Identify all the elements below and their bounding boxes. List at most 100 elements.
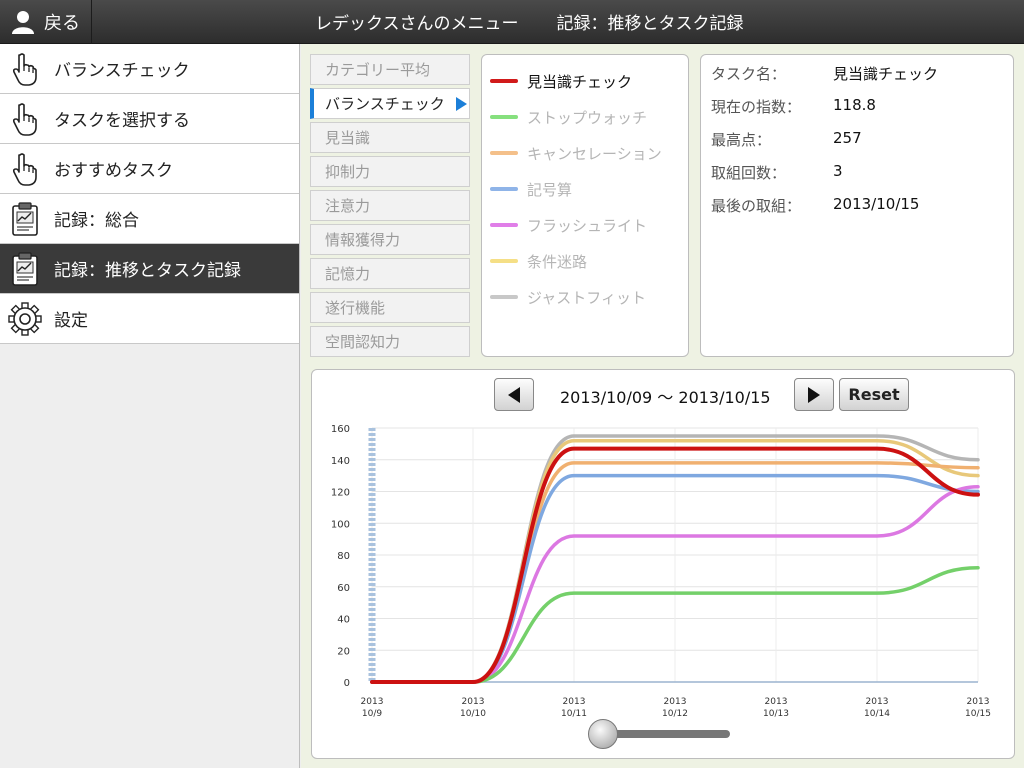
x-tick-label: 10/11 bbox=[561, 709, 587, 718]
x-tick-label: 2013 bbox=[866, 697, 889, 707]
sidebar-item-label: おすすめタスク bbox=[54, 161, 173, 181]
prev-range-button[interactable] bbox=[494, 378, 534, 411]
legend-label: フラッシュライト bbox=[527, 216, 648, 235]
legend-label: キャンセレーション bbox=[527, 144, 662, 163]
sidebar-item-0[interactable]: バランスチェック bbox=[0, 44, 299, 94]
user-icon bbox=[12, 11, 34, 34]
category-label: 情報獲得力 bbox=[325, 231, 401, 249]
category-tab-3[interactable]: 抑制力 bbox=[310, 156, 470, 187]
sidebar-item-3[interactable]: 記録：総合 bbox=[0, 194, 299, 244]
legend-swatch bbox=[490, 223, 518, 227]
reset-button[interactable]: Reset bbox=[839, 378, 909, 411]
pointing-hand-icon bbox=[0, 102, 50, 136]
legend-item-0[interactable]: 見当識チェック bbox=[482, 63, 688, 99]
category-tab-7[interactable]: 遂行機能 bbox=[310, 292, 470, 323]
category-label: 空間認知力 bbox=[325, 333, 401, 351]
clipboard-chart-icon bbox=[0, 201, 50, 236]
y-tick-label: 120 bbox=[331, 488, 350, 499]
range-slider-thumb[interactable] bbox=[588, 719, 618, 749]
sidebar-item-label: バランスチェック bbox=[54, 61, 190, 81]
triangle-right-icon bbox=[808, 386, 820, 403]
task-legend: 見当識チェック ストップウォッチ キャンセレーション記号算フラッシュライト 条件迷路ジ… bbox=[481, 54, 689, 357]
legend-label: ストップウォッチ bbox=[527, 108, 648, 127]
legend-item-5[interactable]: 条件迷路 bbox=[482, 243, 688, 279]
legend-swatch bbox=[490, 115, 518, 119]
legend-swatch bbox=[490, 151, 518, 155]
info-key: 最高点： bbox=[711, 131, 772, 149]
task-info-panel: タスク名： 見当識チェック現在の指数： 118.8 最高点： 257 取組回数： 3 最後の取… bbox=[700, 54, 1014, 357]
legend-item-1[interactable]: ストップウォッチ bbox=[482, 99, 688, 135]
category-tab-0[interactable]: カテゴリー平均 bbox=[310, 54, 470, 85]
info-row: タスク名： 見当識チェック bbox=[711, 63, 1013, 96]
x-tick-label: 10/9 bbox=[362, 709, 382, 718]
legend-item-3[interactable]: 記号算 bbox=[482, 171, 688, 207]
category-label: 注意力 bbox=[325, 197, 371, 215]
category-tab-4[interactable]: 注意力 bbox=[310, 190, 470, 221]
category-list: カテゴリー平均バランスチェック 見当識抑制力注意力情報獲得力記憶力遂行機能空間認知… bbox=[310, 54, 470, 360]
legend-swatch bbox=[490, 187, 518, 191]
pointing-hand-icon bbox=[0, 52, 50, 86]
sidebar-item-5[interactable]: 設定 bbox=[0, 294, 299, 344]
date-range-label: 2013/10/09 ～ 2013/10/15 bbox=[560, 388, 771, 407]
next-range-button[interactable] bbox=[794, 378, 834, 411]
y-tick-label: 20 bbox=[337, 646, 350, 657]
page-subtitle: 記録：推移とタスク記録 bbox=[556, 14, 744, 34]
legend-item-4[interactable]: フラッシュライト bbox=[482, 207, 688, 243]
sidebar-header: 戻る bbox=[0, 0, 300, 44]
legend-swatch bbox=[490, 79, 518, 83]
x-tick-label: 2013 bbox=[563, 697, 586, 707]
info-row: 取組回数： 3 bbox=[711, 162, 1013, 195]
category-label: カテゴリー平均 bbox=[325, 61, 431, 79]
info-value: 3 bbox=[833, 162, 843, 180]
range-slider-track[interactable] bbox=[602, 730, 730, 738]
sidebar-item-label: 設定 bbox=[54, 311, 88, 331]
x-tick-label: 10/14 bbox=[864, 709, 890, 718]
category-tab-5[interactable]: 情報獲得力 bbox=[310, 224, 470, 255]
back-label: 戻る bbox=[44, 13, 80, 34]
info-value: 見当識チェック bbox=[833, 65, 939, 83]
x-tick-label: 2013 bbox=[765, 697, 788, 707]
x-tick-label: 2013 bbox=[664, 697, 687, 707]
info-row: 最高点： 257 bbox=[711, 129, 1013, 162]
x-tick-label: 10/12 bbox=[662, 709, 688, 718]
sidebar-item-4[interactable]: 記録：推移とタスク記録 bbox=[0, 244, 299, 294]
y-tick-label: 60 bbox=[337, 583, 350, 594]
app-window: 戻る レデックスさんのメニュー 記録：推移とタスク記録 バランスチェック タスクを… bbox=[0, 0, 1024, 768]
selected-arrow-icon bbox=[456, 97, 467, 111]
category-label: 遂行機能 bbox=[325, 299, 386, 317]
info-value: 118.8 bbox=[833, 96, 876, 114]
sidebar-item-2[interactable]: おすすめタスク bbox=[0, 144, 299, 194]
main-header: レデックスさんのメニュー 記録：推移とタスク記録 bbox=[300, 0, 1024, 44]
back-button[interactable]: 戻る bbox=[0, 0, 92, 44]
legend-item-6[interactable]: ジャストフィット bbox=[482, 279, 688, 315]
info-value: 2013/10/15 bbox=[833, 195, 920, 213]
legend-label: 見当識チェック bbox=[527, 72, 633, 91]
category-tab-2[interactable]: 見当識 bbox=[310, 122, 470, 153]
category-tab-6[interactable]: 記憶力 bbox=[310, 258, 470, 289]
category-label: 抑制力 bbox=[325, 163, 371, 181]
main-content: カテゴリー平均バランスチェック 見当識抑制力注意力情報獲得力記憶力遂行機能空間認知… bbox=[301, 44, 1024, 768]
sidebar: バランスチェックタスクを選択するおすすめタスク 記録：総合記録：推移とタスク記録設… bbox=[0, 44, 300, 768]
info-row: 現在の指数： 118.8 bbox=[711, 96, 1013, 129]
sidebar-item-label: 記録：推移とタスク記録 bbox=[54, 261, 241, 281]
x-tick-label: 2013 bbox=[967, 697, 990, 707]
gear-icon bbox=[0, 301, 50, 337]
triangle-left-icon bbox=[508, 386, 520, 403]
x-tick-label: 10/10 bbox=[460, 709, 486, 718]
info-key: 取組回数： bbox=[711, 164, 787, 182]
legend-swatch bbox=[490, 295, 518, 299]
legend-item-2[interactable]: キャンセレーション bbox=[482, 135, 688, 171]
legend-swatch bbox=[490, 259, 518, 263]
category-tab-8[interactable]: 空間認知力 bbox=[310, 326, 470, 357]
x-tick-label: 2013 bbox=[462, 697, 485, 707]
y-tick-label: 80 bbox=[337, 551, 350, 562]
legend-label: ジャストフィット bbox=[527, 288, 646, 307]
info-key: タスク名： bbox=[711, 65, 787, 83]
sidebar-item-label: 記録：総合 bbox=[54, 211, 139, 231]
legend-label: 条件迷路 bbox=[527, 252, 588, 271]
category-tab-1[interactable]: バランスチェック bbox=[310, 88, 470, 119]
info-row: 最後の取組： 2013/10/15 bbox=[711, 195, 1013, 228]
info-key: 最後の取組： bbox=[711, 197, 802, 215]
x-tick-label: 10/15 bbox=[965, 709, 991, 718]
sidebar-item-1[interactable]: タスクを選択する bbox=[0, 94, 299, 144]
